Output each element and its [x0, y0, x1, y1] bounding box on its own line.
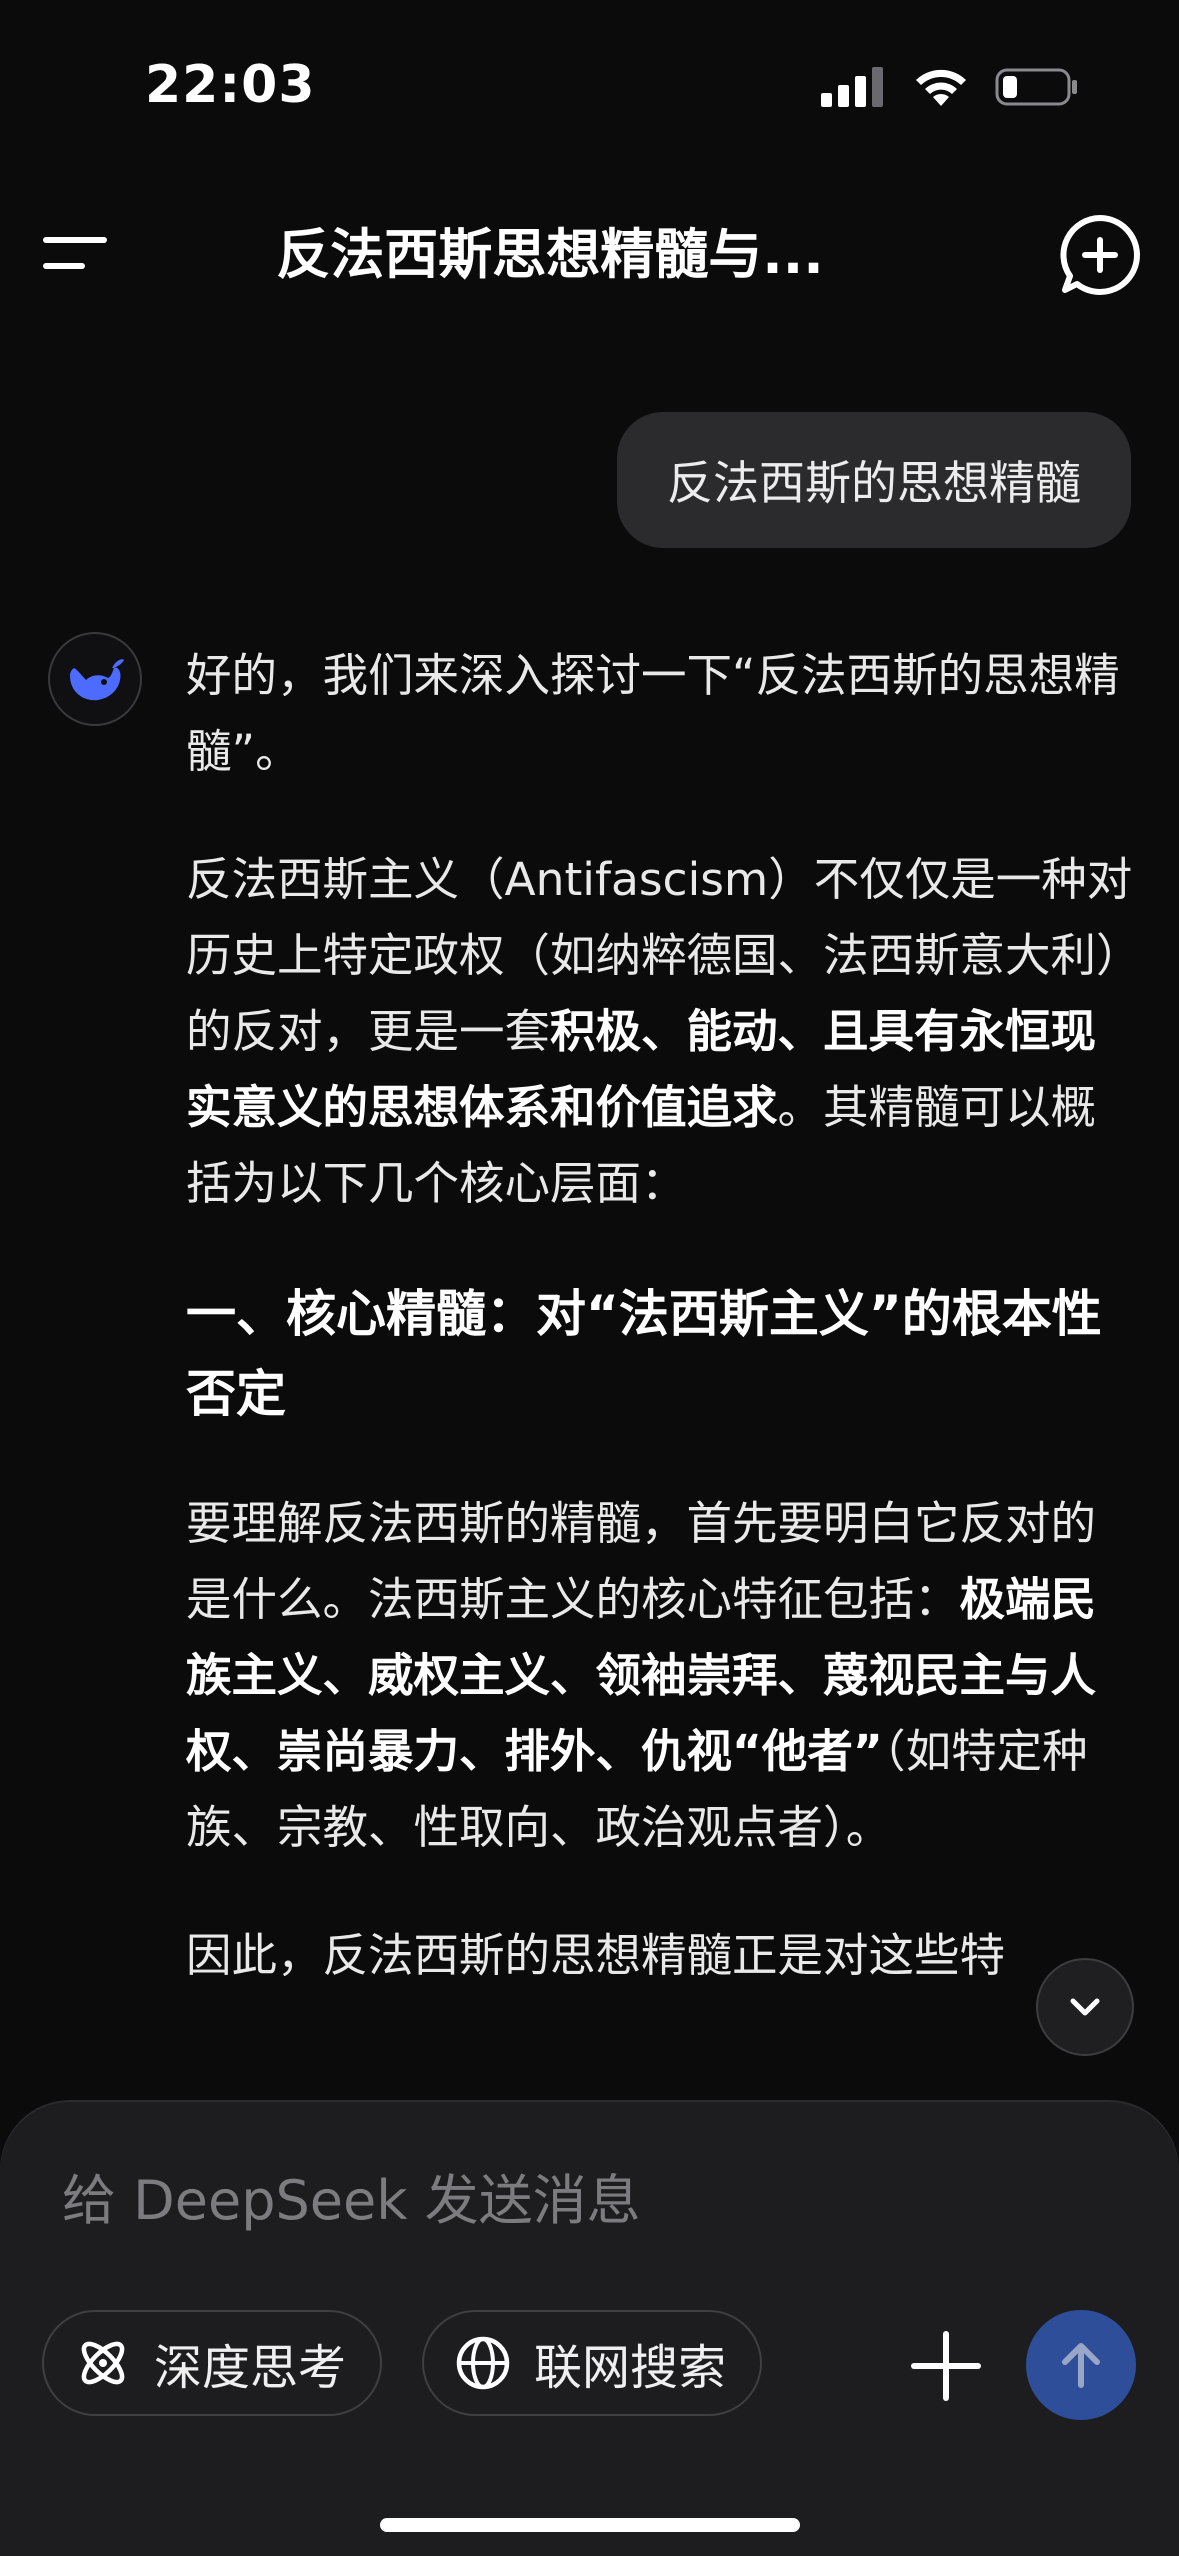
battery-icon: [995, 68, 1077, 106]
status-time: 22:03: [145, 55, 316, 115]
arrow-up-icon: [1062, 2343, 1100, 2388]
attach-button[interactable]: [908, 2328, 984, 2404]
composer: 深度思考 联网搜索: [0, 2102, 1179, 2556]
status-bar: 22:03: [0, 0, 1179, 170]
assistant-paragraph: 要理解反法西斯的精髓，首先要明白它反对的是什么。法西斯主义的核心特征包括：极端民…: [186, 1497, 1097, 1854]
chevron-down-icon: [1070, 1998, 1100, 2016]
home-indicator: [380, 2518, 800, 2532]
user-message-bubble[interactable]: 反法西斯的思想精髓: [617, 412, 1131, 548]
scroll-to-bottom-button[interactable]: [1036, 1958, 1134, 2056]
signal-icon: [821, 67, 883, 107]
menu-button[interactable]: [40, 220, 110, 290]
assistant-paragraph: 因此，反法西斯的思想精髓正是对这些特: [186, 1929, 1006, 1982]
atom-icon: [81, 2341, 125, 2385]
user-message-text: 反法西斯的思想精髓: [667, 456, 1081, 510]
wifi-icon: [916, 69, 966, 106]
status-icons: [821, 66, 1079, 108]
plus-icon: [911, 2331, 981, 2401]
globe-icon: [456, 2336, 510, 2390]
web-search-button[interactable]: 联网搜索: [422, 2310, 763, 2416]
top-nav: 反法西斯思想精髓与...: [0, 190, 1179, 320]
new-chat-icon: [1060, 215, 1140, 295]
deep-think-label: 深度思考: [154, 2340, 347, 2396]
assistant-paragraph: 反法西斯主义（Antifascism）不仅仅是一种对历史上特定政权（如纳粹德国、…: [186, 853, 1133, 1210]
message-input[interactable]: [60, 2168, 964, 2233]
deep-think-button[interactable]: 深度思考: [42, 2310, 383, 2416]
web-search-label: 联网搜索: [534, 2340, 727, 2396]
assistant-message: 好的，我们来深入探讨一下“反法西斯的思想精髓”。 反法西斯主义（Antifasc…: [186, 638, 1136, 2046]
send-button[interactable]: [1026, 2310, 1136, 2420]
assistant-paragraph: 好的，我们来深入探讨一下“反法西斯的思想精髓”。: [186, 649, 1120, 778]
assistant-heading: 一、核心精髓：对“法西斯主义”的根本性否定: [186, 1285, 1102, 1423]
new-chat-button[interactable]: [1057, 212, 1143, 298]
menu-icon: [43, 237, 107, 269]
deepseek-whale-icon: [70, 659, 124, 701]
assistant-avatar: [48, 632, 142, 726]
chat-title[interactable]: 反法西斯思想精髓与...: [200, 210, 900, 300]
